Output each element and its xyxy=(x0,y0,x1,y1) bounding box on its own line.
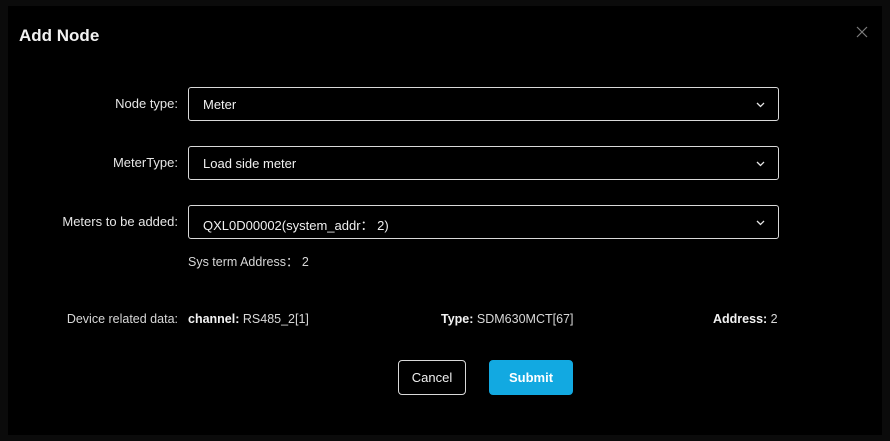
node-type-value: Meter xyxy=(203,97,237,112)
meters-to-add-row: Meters to be added: QXL0D00002(system_ad… xyxy=(8,205,882,241)
meter-type-value: Load side meter xyxy=(203,156,297,171)
address-key: Address: xyxy=(713,312,768,326)
meter-type-row: MeterType: Load side meter xyxy=(8,146,882,182)
submit-button[interactable]: Submit xyxy=(489,360,573,395)
channel-key: channel: xyxy=(188,312,240,326)
device-data-label: Device related data: xyxy=(66,312,178,326)
node-type-row: Node type: Meter xyxy=(8,87,882,123)
address-value: 2 xyxy=(767,312,778,326)
channel-value: RS485_2[1] xyxy=(239,312,309,326)
device-address: Address: 2 xyxy=(713,312,778,326)
device-channel: channel: RS485_2[1] xyxy=(188,312,309,326)
meter-type-select[interactable]: Load side meter xyxy=(188,146,779,180)
add-node-dialog: Add Node Node type: Meter MeterType: Loa… xyxy=(8,6,882,435)
type-value: SDM630MCT[67] xyxy=(473,312,574,326)
cancel-button[interactable]: Cancel xyxy=(398,360,466,395)
chevron-down-icon xyxy=(756,161,765,167)
device-type: Type: SDM630MCT[67] xyxy=(441,312,573,326)
meters-to-add-label: Meters to be added: xyxy=(62,214,178,229)
device-related-data: Device related data: channel: RS485_2[1]… xyxy=(8,312,882,330)
chevron-down-icon xyxy=(756,220,765,226)
close-icon[interactable] xyxy=(854,26,870,42)
dialog-title: Add Node xyxy=(19,26,100,45)
close-glyph xyxy=(856,26,868,38)
sys-term-address: Sys term Address： 2 xyxy=(188,255,309,269)
node-type-select[interactable]: Meter xyxy=(188,87,779,121)
chevron-down-icon xyxy=(756,102,765,108)
meter-type-label: MeterType: xyxy=(112,155,178,170)
type-key: Type: xyxy=(441,312,474,326)
meters-to-add-select[interactable]: QXL0D00002(system_addr： 2) xyxy=(188,205,779,239)
node-type-label: Node type: xyxy=(115,96,178,111)
meters-to-add-value: QXL0D00002(system_addr： 2) xyxy=(203,218,389,233)
